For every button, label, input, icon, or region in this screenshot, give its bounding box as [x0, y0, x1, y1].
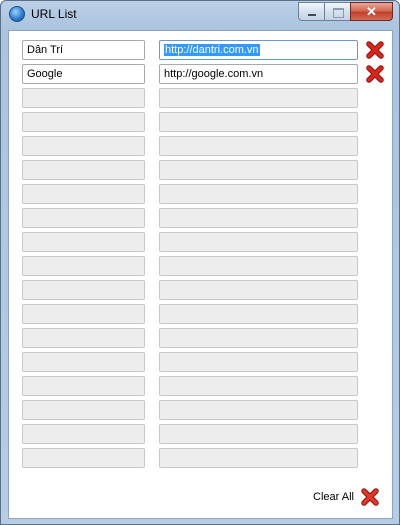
clear-all-button[interactable]: Clear All [313, 487, 380, 507]
name-field[interactable]: Dân Trí [22, 40, 145, 60]
name-field[interactable] [22, 256, 145, 276]
clear-all-label: Clear All [313, 491, 354, 503]
url-field[interactable] [159, 88, 358, 108]
name-field[interactable] [22, 184, 145, 204]
url-field[interactable] [159, 448, 358, 468]
url-field[interactable] [159, 112, 358, 132]
name-field[interactable] [22, 376, 145, 396]
window-title: URL List [31, 7, 77, 21]
red-x-icon [361, 488, 379, 506]
name-field[interactable] [22, 400, 145, 420]
name-field[interactable] [22, 304, 145, 324]
name-field[interactable] [22, 280, 145, 300]
name-field[interactable] [22, 328, 145, 348]
name-field[interactable] [22, 352, 145, 372]
url-field[interactable] [159, 376, 358, 396]
red-x-icon [366, 41, 384, 59]
url-field[interactable] [159, 424, 358, 444]
url-field[interactable]: http://google.com.vn [159, 64, 358, 84]
url-text: http://dantri.com.vn [164, 44, 260, 56]
delete-entry-button[interactable] [365, 64, 385, 84]
url-field[interactable] [159, 232, 358, 252]
caption-buttons: ✕ [298, 2, 393, 21]
name-field[interactable] [22, 112, 145, 132]
url-field[interactable] [159, 304, 358, 324]
name-field[interactable] [22, 136, 145, 156]
url-text: http://google.com.vn [164, 68, 264, 80]
url-field[interactable] [159, 280, 358, 300]
name-field[interactable] [22, 88, 145, 108]
url-list-window: URL List ✕ Clear All Dân Trí http://dantr… [0, 0, 400, 525]
name-field[interactable] [22, 448, 145, 468]
url-field[interactable] [159, 160, 358, 180]
name-field[interactable] [22, 232, 145, 252]
url-field[interactable] [159, 256, 358, 276]
url-field[interactable]: http://dantri.com.vn [159, 40, 358, 60]
globe-icon [9, 6, 25, 22]
url-field[interactable] [159, 328, 358, 348]
name-field[interactable]: Google [22, 64, 145, 84]
minimize-button[interactable] [298, 2, 324, 21]
name-field[interactable] [22, 424, 145, 444]
maximize-button[interactable] [324, 2, 350, 21]
close-button[interactable]: ✕ [350, 2, 393, 21]
title-bar[interactable]: URL List ✕ [1, 1, 399, 29]
delete-entry-button[interactable] [365, 40, 385, 60]
url-field[interactable] [159, 208, 358, 228]
url-field[interactable] [159, 184, 358, 204]
url-field[interactable] [159, 352, 358, 372]
red-x-icon [366, 65, 384, 83]
name-field[interactable] [22, 160, 145, 180]
url-list-panel: Clear All Dân Trí http://dantri.com.vn Goo… [8, 30, 393, 519]
url-field[interactable] [159, 136, 358, 156]
name-field[interactable] [22, 208, 145, 228]
url-field[interactable] [159, 400, 358, 420]
